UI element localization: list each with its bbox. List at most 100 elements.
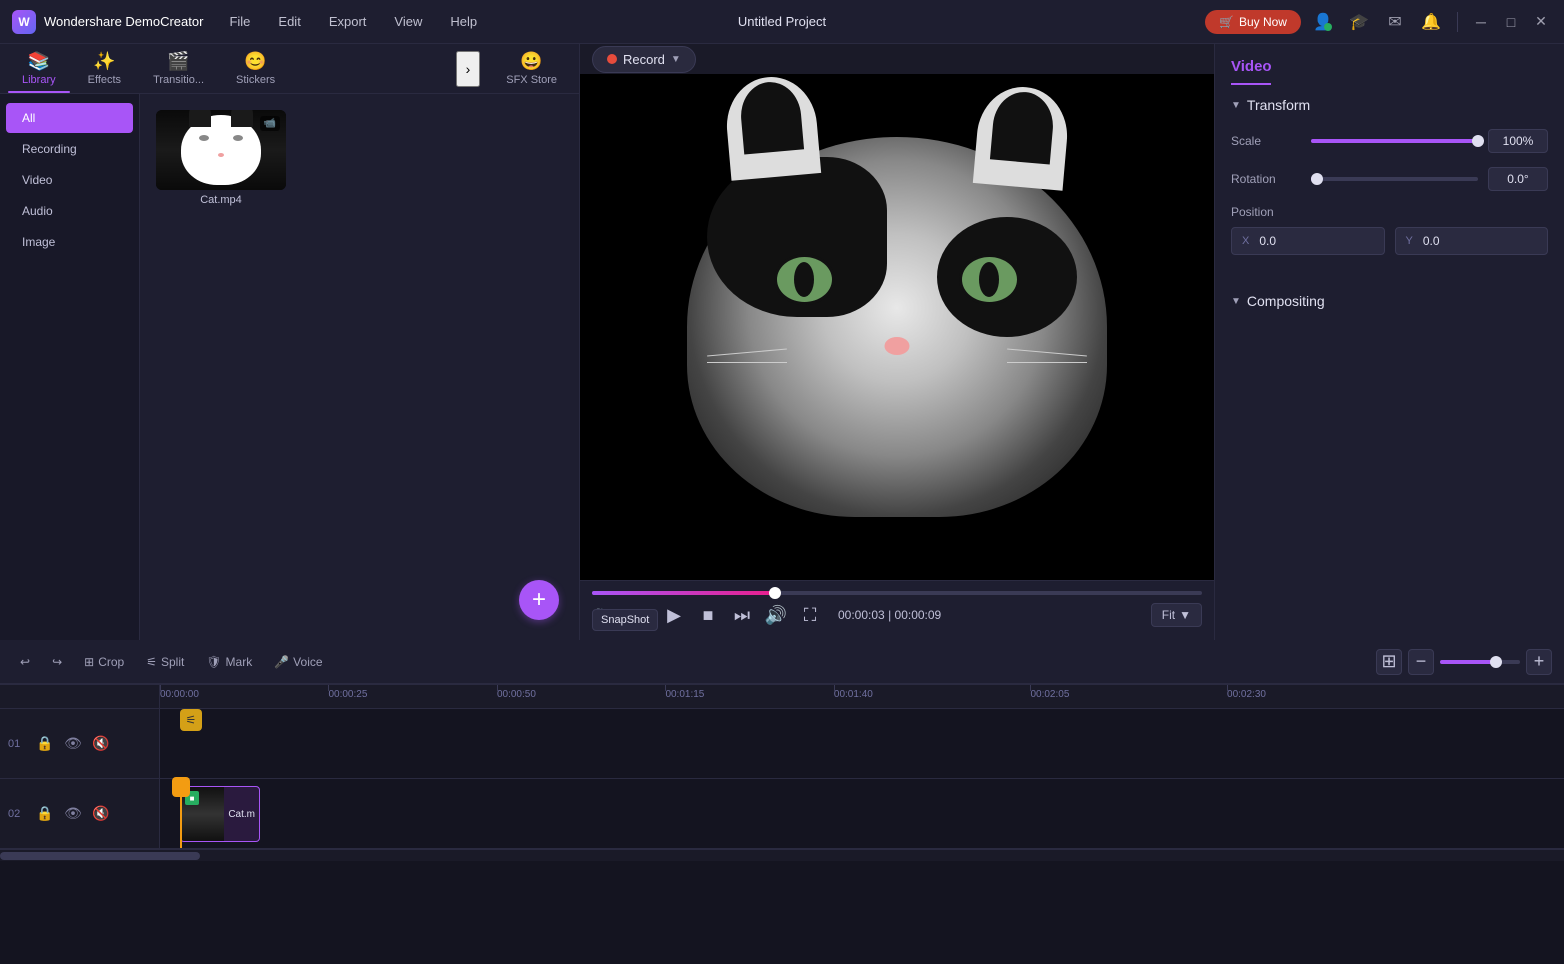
zoom-out-button[interactable]: − (1408, 649, 1434, 675)
record-chevron-icon: ▼ (671, 54, 681, 65)
play-button[interactable]: ▶ (660, 601, 688, 629)
bell-icon: 🔔 (1421, 12, 1441, 32)
stickers-icon: 😊 (244, 51, 266, 72)
add-media-button[interactable]: + (519, 580, 559, 620)
position-label: Position (1231, 205, 1301, 219)
ruler-mark-3: 00:01:15 (665, 685, 704, 700)
mark-icon: 🛡 (206, 655, 221, 669)
sidebar-item-audio[interactable]: Audio (6, 196, 133, 226)
rotation-value[interactable]: 0.0° (1488, 167, 1548, 191)
menu-view[interactable]: View (388, 10, 428, 33)
track-lock-button-1[interactable]: 🔒 (34, 803, 56, 825)
right-panel-header: Video (1215, 44, 1564, 85)
voice-button[interactable]: 🎤 Voice (266, 650, 330, 674)
close-button[interactable]: ✕ (1530, 11, 1552, 33)
sidebar-item-all[interactable]: All (6, 103, 133, 133)
track-eye-button-2[interactable]: 👁 (62, 733, 84, 755)
position-y-input[interactable]: Y 0.0 (1395, 227, 1549, 255)
timeline-scrollbar[interactable] (0, 849, 1564, 861)
effects-icon: ✨ (93, 51, 115, 72)
mark-button[interactable]: 🛡 Mark (198, 650, 260, 674)
sidebar-item-image[interactable]: Image (6, 227, 133, 257)
app-logo: W Wondershare DemoCreator (12, 10, 203, 34)
stop-button[interactable]: ■ (694, 601, 722, 629)
compositing-header[interactable]: ▼ Compositing (1215, 281, 1564, 317)
rotation-slider[interactable] (1311, 177, 1478, 181)
redo-button[interactable]: ↪ (44, 650, 70, 674)
volume-button[interactable]: 🔊 (762, 601, 790, 629)
transform-content: Scale 100% Rotation (1215, 121, 1564, 281)
sidebar-item-recording[interactable]: Recording (6, 134, 133, 164)
record-button[interactable]: Record ▼ (592, 46, 696, 73)
fullscreen-button[interactable]: ⛶ (796, 601, 824, 629)
time-display: 00:00:03 | 00:00:09 (838, 608, 941, 622)
rotation-label: Rotation (1231, 172, 1301, 186)
zoom-in-button[interactable]: + (1526, 649, 1552, 675)
tab-stickers[interactable]: 😊 Stickers (222, 45, 289, 92)
separator (1457, 12, 1458, 32)
media-item-cat[interactable]: 📹 Cat.mp4 (156, 110, 286, 206)
track-audio-button-1[interactable]: 🔇 (90, 803, 112, 825)
position-x-input[interactable]: X 0.0 (1231, 227, 1385, 255)
more-tabs-button[interactable]: › (456, 51, 481, 87)
transform-chevron-icon: ▼ (1231, 100, 1241, 111)
tab-sfx[interactable]: 😀 SFX Store (492, 45, 571, 92)
record-bar: Record ▼ (580, 44, 1214, 74)
fit-chevron-icon: ▼ (1179, 608, 1191, 622)
mail-icon: ✉ (1388, 12, 1401, 32)
split-marker: ⚟ (180, 709, 202, 731)
menu-help[interactable]: Help (444, 10, 483, 33)
video-badge: 📹 (260, 116, 280, 131)
track-audio-button-2[interactable]: 🔇 (90, 733, 112, 755)
account-button[interactable]: 👤 (1309, 8, 1337, 36)
sidebar-item-video[interactable]: Video (6, 165, 133, 195)
scale-slider[interactable] (1311, 139, 1478, 143)
clip-label: Cat.m (224, 809, 259, 820)
learn-button[interactable]: 🎓 (1345, 8, 1373, 36)
progress-bar[interactable] (592, 591, 1202, 595)
undo-button[interactable]: ↩ (12, 650, 38, 674)
ruler-mark-2: 00:00:50 (497, 685, 536, 700)
record-dot (607, 54, 617, 64)
fit-button[interactable]: Fit ▼ (1151, 603, 1202, 627)
rotation-row: Rotation 0.0° (1231, 167, 1548, 191)
mail-button[interactable]: ✉ (1381, 8, 1409, 36)
track-lock-button-2[interactable]: 🔒 (34, 733, 56, 755)
window-controls: 🛒 Buy Now 👤 🎓 ✉ 🔔 ─ □ ✕ (1205, 8, 1552, 36)
preview-video (580, 74, 1214, 580)
track-eye-button-1[interactable]: 👁 (62, 803, 84, 825)
menu-bar: File Edit Export View Help (223, 10, 483, 33)
library-icon: 📚 (28, 51, 50, 72)
compositing-section: ▼ Compositing (1215, 281, 1564, 317)
tab-transitions[interactable]: 🎬 Transitio... (139, 45, 218, 92)
zoom-thumb (1490, 656, 1502, 668)
track-row-1: 02 🔒 👁 🔇 ■ (0, 779, 1564, 849)
ruler-mark-4: 00:01:40 (834, 685, 873, 700)
maximize-button[interactable]: □ (1500, 11, 1522, 33)
buy-now-button[interactable]: 🛒 Buy Now (1205, 10, 1301, 34)
online-status (1324, 23, 1332, 31)
minimize-button[interactable]: ─ (1470, 11, 1492, 33)
timeline-zoom-controls: ⊞ − + (1376, 649, 1552, 675)
menu-file[interactable]: File (223, 10, 256, 33)
tab-effects[interactable]: ✨ Effects (74, 45, 135, 92)
progress-thumb (769, 587, 781, 599)
scale-value[interactable]: 100% (1488, 129, 1548, 153)
tab-library[interactable]: 📚 Library (8, 45, 70, 92)
transform-title: Transform (1247, 97, 1310, 113)
crop-button[interactable]: ⊞ Crop (76, 650, 132, 674)
skip-forward-button[interactable]: ⏭ (728, 601, 756, 629)
undo-icon: ↩ (20, 655, 30, 669)
transform-header[interactable]: ▼ Transform (1215, 85, 1564, 121)
timeline-rows: 01 🔒 👁 🔇 ⚟ 02 (0, 709, 1564, 849)
notification-button[interactable]: 🔔 (1417, 8, 1445, 36)
timeline-clip[interactable]: ■ Cat.m (180, 786, 260, 842)
menu-edit[interactable]: Edit (272, 10, 306, 33)
split-button[interactable]: ⚟ Split (138, 650, 192, 674)
zoom-fit-button[interactable]: ⊞ (1376, 649, 1402, 675)
menu-export[interactable]: Export (323, 10, 373, 33)
redo-icon: ↪ (52, 655, 62, 669)
ruler-mark-0: 00:00:00 (160, 685, 199, 700)
library-content: All Recording Video Audio Image (0, 94, 579, 640)
zoom-slider[interactable] (1440, 660, 1520, 664)
